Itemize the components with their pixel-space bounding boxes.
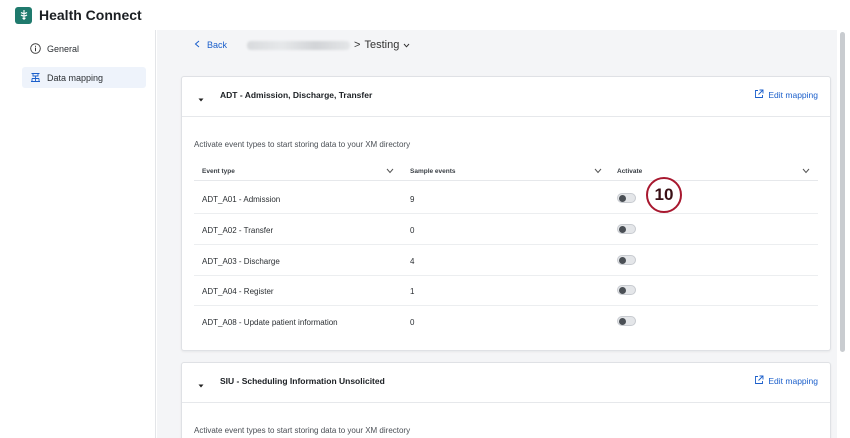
info-icon xyxy=(29,43,41,55)
back-label: Back xyxy=(207,40,228,50)
breadcrumb-redacted-item xyxy=(247,40,351,50)
activate-toggle[interactable] xyxy=(617,316,636,326)
step-callout-badge: 10 xyxy=(646,177,682,213)
app-header: Health Connect xyxy=(0,0,850,30)
column-header-event-type: Event type xyxy=(202,168,235,175)
sidebar-item-data-mapping[interactable]: Data mapping xyxy=(22,67,146,88)
sidebar-item-label: Data mapping xyxy=(47,72,104,83)
event-type-cell: ADT_A02 - Transfer xyxy=(202,226,274,235)
chevron-left-icon xyxy=(194,40,200,51)
main-content: Back > Testing ADT - Admission, Discharg… xyxy=(157,30,837,438)
sample-events-cell: 4 xyxy=(410,257,415,266)
toggle-knob xyxy=(619,257,626,264)
vertical-scrollbar[interactable] xyxy=(838,30,848,438)
sidebar-item-label: General xyxy=(47,43,80,54)
collapse-caret-icon[interactable] xyxy=(196,92,206,102)
chevron-down-icon[interactable] xyxy=(802,167,810,176)
back-link[interactable]: Back xyxy=(194,40,227,51)
table-row: ADT_A04 - Register 1 xyxy=(194,275,818,306)
event-type-cell: ADT_A01 - Admission xyxy=(202,195,281,204)
section-title: ADT - Admission, Discharge, Transfer xyxy=(220,90,373,100)
sample-events-cell: 0 xyxy=(410,318,415,327)
collapse-caret-icon[interactable] xyxy=(196,378,206,388)
table-row: ADT_A03 - Discharge 4 xyxy=(194,245,818,276)
external-link-icon xyxy=(754,89,764,101)
table-row: ADT_A08 - Update patient information 0 xyxy=(194,306,818,337)
chevron-down-icon[interactable] xyxy=(594,167,602,176)
event-type-cell: ADT_A04 - Register xyxy=(202,287,274,296)
toggle-knob xyxy=(619,195,626,202)
scrollbar-thumb[interactable] xyxy=(840,32,845,352)
section-header: SIU - Scheduling Information Unsolicited… xyxy=(182,363,830,403)
section-card-adt: ADT - Admission, Discharge, Transfer Edi… xyxy=(181,76,831,351)
activate-toggle[interactable] xyxy=(617,193,636,203)
section-header: ADT - Admission, Discharge, Transfer Edi… xyxy=(182,77,830,117)
health-connect-logo-icon xyxy=(15,6,32,24)
app-title: Health Connect xyxy=(39,7,142,23)
toggle-knob xyxy=(619,318,626,325)
toggle-knob xyxy=(619,226,626,233)
table-row: ADT_A02 - Transfer 0 xyxy=(194,214,818,245)
chevron-down-icon xyxy=(403,41,410,50)
activate-toggle[interactable] xyxy=(617,255,636,265)
section-intro-text: Activate event types to start storing da… xyxy=(194,140,411,149)
external-link-icon xyxy=(754,375,764,387)
chevron-down-icon[interactable] xyxy=(386,167,394,176)
sample-events-cell: 1 xyxy=(410,287,415,296)
sample-events-cell: 9 xyxy=(410,195,415,204)
edit-mapping-link[interactable]: Edit mapping xyxy=(754,89,818,101)
activate-toggle[interactable] xyxy=(617,224,636,234)
sidebar-item-general[interactable]: General xyxy=(22,38,146,59)
section-intro-text: Activate event types to start storing da… xyxy=(194,426,411,435)
toggle-knob xyxy=(619,287,626,294)
edit-mapping-label: Edit mapping xyxy=(768,90,818,100)
edit-mapping-label: Edit mapping xyxy=(768,376,818,386)
breadcrumb-separator: > xyxy=(354,39,361,51)
section-title: SIU - Scheduling Information Unsolicited xyxy=(220,376,385,386)
activate-toggle[interactable] xyxy=(617,285,636,295)
column-header-activate: Activate xyxy=(617,168,643,175)
edit-mapping-link[interactable]: Edit mapping xyxy=(754,375,818,387)
table-row: ADT_A01 - Admission 9 xyxy=(194,183,818,214)
sidebar: General Data mapping xyxy=(0,30,156,438)
table-header: Event type Sample events Activate xyxy=(194,161,818,181)
breadcrumb: Back > Testing xyxy=(194,38,410,52)
breadcrumb-current[interactable]: Testing xyxy=(364,39,410,51)
data-mapping-icon xyxy=(29,72,41,84)
sample-events-cell: 0 xyxy=(410,226,415,235)
breadcrumb-current-label: Testing xyxy=(364,39,400,51)
column-header-sample-events: Sample events xyxy=(410,168,456,175)
event-type-cell: ADT_A08 - Update patient information xyxy=(202,318,338,327)
section-card-siu: SIU - Scheduling Information Unsolicited… xyxy=(181,362,831,438)
event-type-cell: ADT_A03 - Discharge xyxy=(202,257,280,266)
